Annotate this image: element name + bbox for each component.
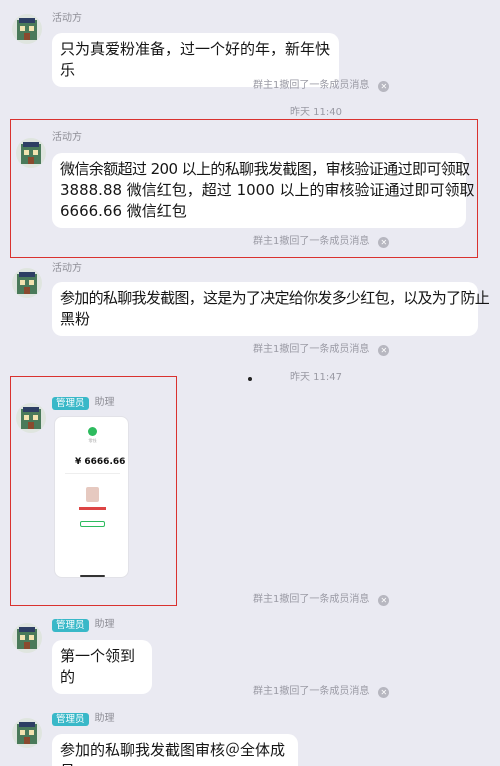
sender-name: 管理员 助理 [52, 618, 115, 632]
avatar[interactable] [12, 268, 42, 298]
recall-notice: 群主1撤回了一条成员消息 ✕ [253, 79, 390, 93]
recall-text: 群主1撤回了一条成员消息 [253, 344, 370, 355]
sender-label: 助理 [94, 397, 115, 408]
message-bubble[interactable]: 微信余额超过 200 以上的私聊我发截图，审核验证通过即可领取 3888.88 … [52, 153, 475, 228]
role-badge: 管理员 [52, 712, 89, 726]
sender-label: 助理 [94, 619, 115, 630]
message-line: 6666.66 微信红包 [60, 202, 187, 220]
role-badge: 管理员 [52, 396, 89, 410]
message-bubble[interactable]: 参加的私聊我发截图审核＠全体成员 [52, 734, 298, 766]
message-line: 黑粉 [60, 310, 91, 328]
avatar[interactable] [12, 14, 42, 44]
close-icon[interactable]: ✕ [378, 594, 390, 606]
recall-notice: 群主1撤回了一条成员消息 ✕ [253, 685, 390, 699]
sender-name: 活动方 [52, 262, 82, 276]
timestamp: 昨天 11:40 [290, 107, 342, 118]
screenshot-caption: 零钱 [88, 438, 97, 443]
avatar[interactable] [16, 138, 46, 168]
sender-name: 活动方 [52, 12, 82, 26]
message-text: 参加的私聊我发截图审核＠全体成员 [60, 741, 286, 766]
recall-notice: 群主1撤回了一条成员消息 ✕ [253, 343, 390, 357]
message-line: 微信余额超过 200 以上的私聊我发截图，审核验证通过即可领取 [60, 160, 470, 178]
home-indicator [80, 575, 105, 577]
message-text: 第一个领到的 [60, 647, 136, 686]
avatar[interactable] [12, 623, 42, 653]
recall-notice: 群主1撤回了一条成员消息 ✕ [253, 593, 390, 607]
sender-name: 管理员 助理 [52, 396, 115, 410]
close-icon[interactable]: ✕ [378, 236, 390, 248]
screenshot-button [80, 521, 105, 527]
screenshot-image[interactable]: 零钱 ¥ 6666.66 [54, 416, 129, 578]
dot-marker [248, 377, 252, 381]
message-text: 只为真爱粉准备，过一个好的年，新年快乐 [60, 40, 331, 79]
sender-label: 活动方 [52, 263, 82, 274]
sender-label: 助理 [94, 713, 115, 724]
screenshot-amount: ¥ 6666.66 [75, 457, 126, 467]
recall-notice: 群主1撤回了一条成员消息 ✕ [253, 235, 390, 249]
recall-text: 群主1撤回了一条成员消息 [253, 80, 370, 91]
sender-label: 活动方 [52, 132, 82, 143]
message-bubble[interactable]: 参加的私聊我发截图，这是为了决定给你发多少红包，以及为了防止 黑粉 [52, 282, 490, 336]
recall-text: 群主1撤回了一条成员消息 [253, 236, 370, 247]
sender-label: 活动方 [52, 13, 82, 24]
close-icon[interactable]: ✕ [378, 80, 390, 92]
message-line: 参加的私聊我发截图，这是为了决定给你发多少红包，以及为了防止 [60, 289, 490, 307]
screenshot-red-text [79, 507, 106, 510]
message-line: 3888.88 微信红包，超过 1000 以上的审核验证通过即可领取 [60, 181, 475, 199]
close-icon[interactable]: ✕ [378, 344, 390, 356]
role-badge: 管理员 [52, 618, 89, 632]
screenshot-divider [65, 473, 120, 474]
avatar[interactable] [16, 403, 46, 433]
timestamp: 昨天 11:47 [290, 372, 342, 383]
wechat-pay-icon [88, 427, 97, 436]
recall-text: 群主1撤回了一条成员消息 [253, 594, 370, 605]
close-icon[interactable]: ✕ [378, 686, 390, 698]
sender-name: 活动方 [52, 131, 82, 145]
screenshot-photo [86, 487, 99, 502]
avatar[interactable] [12, 718, 42, 748]
message-bubble[interactable]: 第一个领到的 [52, 640, 152, 694]
recall-text: 群主1撤回了一条成员消息 [253, 686, 370, 697]
sender-name: 管理员 助理 [52, 712, 115, 726]
